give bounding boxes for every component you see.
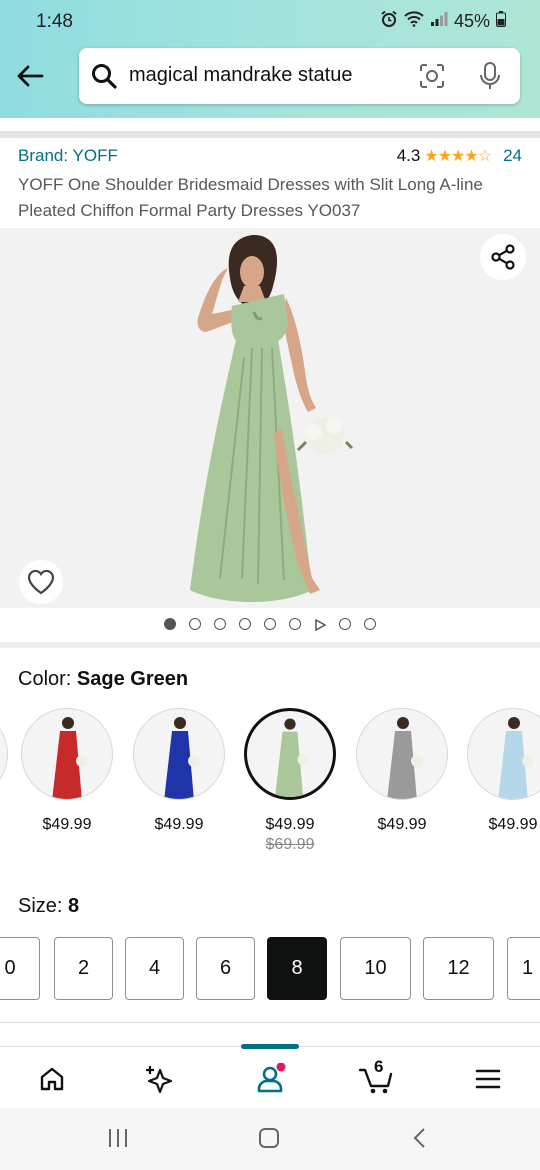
status-icons: 45%	[380, 10, 506, 33]
recent-apps-icon	[109, 1129, 127, 1147]
selected-color: Sage Green	[76, 668, 189, 690]
home-system-button[interactable]	[257, 1126, 281, 1155]
carousel-dot[interactable]	[189, 618, 201, 630]
divider	[0, 642, 540, 648]
carousel-dot[interactable]	[364, 618, 376, 630]
nav-menu[interactable]	[468, 1061, 508, 1097]
carousel-dot[interactable]	[264, 618, 276, 630]
camera-lens-icon[interactable]	[418, 62, 446, 95]
sparkle-icon	[146, 1066, 173, 1094]
selected-size: 8	[68, 895, 80, 917]
swatch-price: $49.99	[42, 816, 92, 833]
swatch-price: $49.99	[265, 816, 315, 833]
search-icon	[91, 63, 117, 94]
search-query: magical mandrake statue	[129, 64, 353, 86]
search-header: magical mandrake statue	[0, 44, 540, 118]
carousel-dot[interactable]	[339, 618, 351, 630]
swatch-image	[21, 708, 113, 800]
home-icon	[40, 1067, 64, 1091]
swatch-image	[244, 708, 336, 800]
swatch-image	[356, 708, 448, 800]
color-swatch[interactable]: $49.99	[467, 708, 540, 834]
color-swatch[interactable]: $49.99	[21, 708, 113, 834]
product-image[interactable]	[0, 228, 540, 608]
swatch-image	[133, 708, 225, 800]
status-time: 1:48	[36, 11, 73, 32]
nav-home[interactable]	[32, 1061, 72, 1097]
swatch-price: $49.99	[154, 816, 204, 833]
carousel-dot[interactable]	[164, 618, 176, 630]
divider	[0, 1022, 540, 1023]
cart-count: 6	[374, 1057, 384, 1076]
divider	[0, 131, 540, 138]
carousel-dot[interactable]	[214, 618, 226, 630]
home-square-icon	[259, 1128, 279, 1148]
user-icon	[257, 1063, 286, 1093]
product-title: YOFF One Shoulder Bridesmaid Dresses wit…	[18, 175, 483, 220]
share-icon	[491, 244, 515, 270]
carousel-dot[interactable]	[289, 618, 301, 630]
swatch-price: $49.99	[488, 816, 538, 833]
hamburger-menu-icon	[475, 1069, 501, 1089]
system-nav-bar	[0, 1108, 540, 1170]
nav-ai-assistant[interactable]	[140, 1061, 180, 1097]
color-swatch[interactable]: $49.99	[356, 708, 448, 834]
heart-icon	[27, 569, 55, 595]
dress-illustration	[190, 234, 354, 602]
size-option[interactable]: 4	[125, 937, 184, 1000]
size-option-partial[interactable]: 1	[507, 937, 540, 1000]
active-tab-indicator	[241, 1044, 299, 1049]
swatch-image	[467, 708, 540, 800]
size-option[interactable]: 2	[54, 937, 113, 1000]
color-label: Color: Sage Green	[18, 668, 188, 691]
rating-value: 4.3	[396, 146, 421, 165]
rating-count: 24	[503, 146, 522, 165]
size-options: 0 2 4 6 8 10 12 1	[0, 937, 540, 1001]
size-option[interactable]: 12	[423, 937, 494, 1000]
color-swatch[interactable]: $49.99	[133, 708, 225, 834]
wishlist-button[interactable]	[19, 560, 63, 604]
image-carousel-dots[interactable]	[0, 618, 540, 632]
brand-link[interactable]: Brand: YOFF	[18, 146, 118, 166]
back-system-button[interactable]	[409, 1126, 433, 1155]
notification-dot	[276, 1063, 286, 1072]
search-input[interactable]: magical mandrake statue	[79, 48, 520, 104]
size-label: Size: 8	[18, 895, 79, 918]
nav-account[interactable]	[250, 1061, 290, 1097]
microphone-icon[interactable]	[478, 61, 502, 96]
color-swatches: $49.99 $49.99 $49.99 $69.99 $49.99 $49.9…	[0, 708, 540, 868]
star-rating-icon: ★★★★☆	[424, 148, 492, 165]
wifi-icon	[404, 11, 424, 32]
back-arrow-icon	[17, 65, 44, 87]
signal-icon	[430, 11, 448, 32]
size-option-selected[interactable]: 8	[267, 937, 327, 1000]
battery-icon	[496, 11, 506, 32]
color-swatch-selected[interactable]: $49.99 $69.99	[244, 708, 336, 854]
nav-cart[interactable]: 6	[357, 1057, 397, 1097]
size-option[interactable]: 10	[340, 937, 411, 1000]
bottom-nav: 6	[0, 1044, 540, 1108]
recent-apps-button[interactable]	[106, 1126, 130, 1155]
chevron-left-icon	[413, 1128, 425, 1148]
battery-label: 45%	[453, 11, 490, 31]
carousel-dot[interactable]	[239, 618, 251, 630]
size-label-prefix: Size:	[18, 895, 63, 917]
swatch-list-price: $69.99	[265, 836, 315, 853]
back-button[interactable]	[12, 58, 48, 94]
rating-summary[interactable]: 4.3 ★★★★☆ 24	[397, 146, 522, 166]
color-swatch-partial[interactable]	[0, 708, 8, 800]
size-option[interactable]: 0	[0, 937, 40, 1000]
size-option[interactable]: 6	[196, 937, 255, 1000]
alarm-icon	[380, 10, 398, 33]
video-play-icon[interactable]	[314, 618, 327, 632]
color-label-prefix: Color:	[18, 668, 72, 690]
share-button[interactable]	[480, 234, 526, 280]
status-bar: 1:48 45%	[0, 0, 540, 44]
swatch-price: $49.99	[377, 816, 427, 833]
